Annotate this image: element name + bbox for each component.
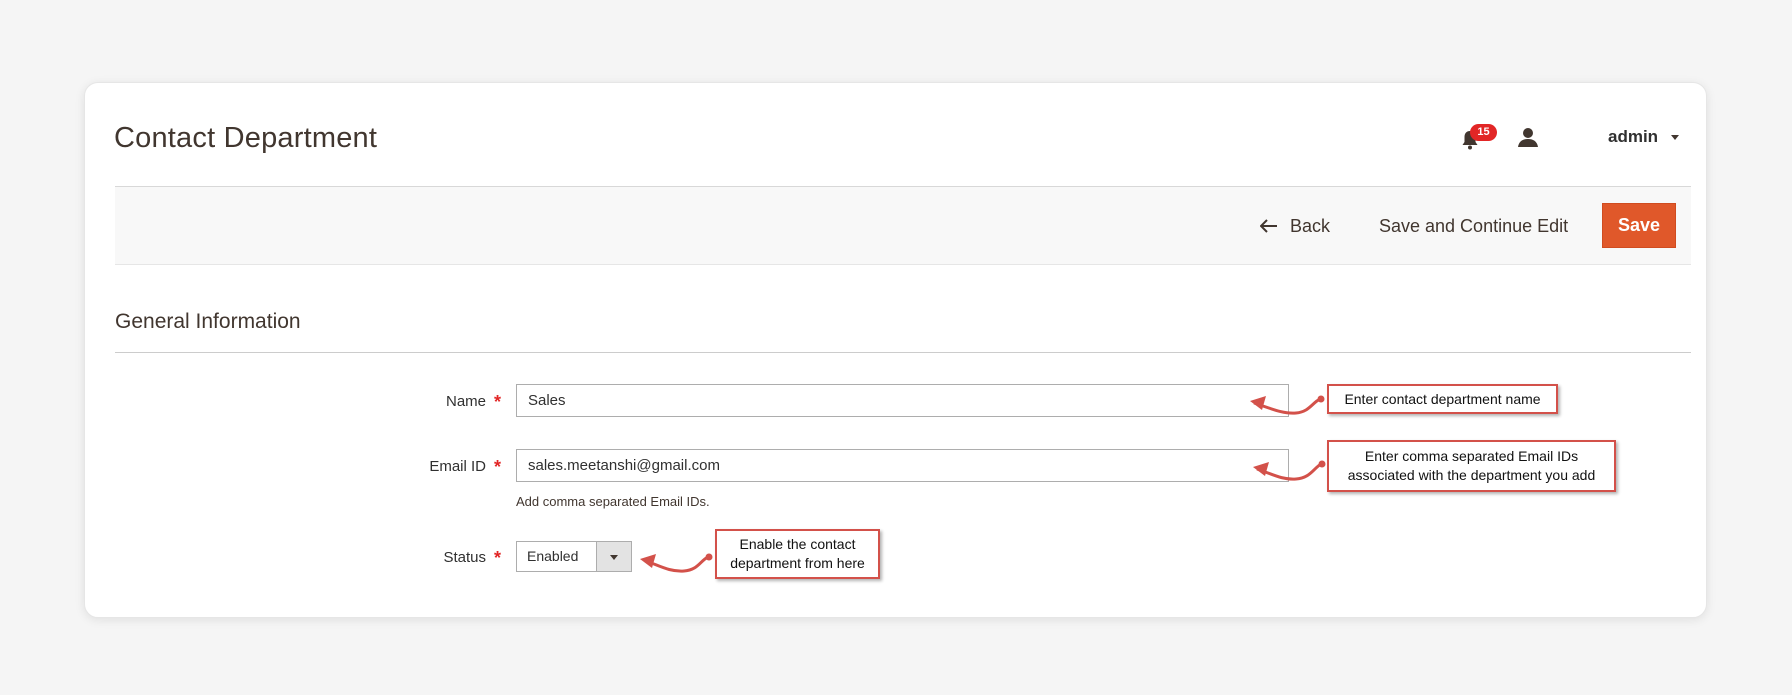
section-divider: [115, 352, 1691, 353]
status-required-marker: *: [494, 548, 502, 568]
user-account-button[interactable]: [1517, 126, 1539, 148]
name-required-marker: *: [494, 392, 502, 412]
callout-name: Enter contact department name: [1327, 384, 1558, 414]
arrow-left-icon: [1260, 219, 1277, 233]
status-label: Status: [443, 549, 486, 566]
status-select[interactable]: Enabled: [516, 541, 632, 572]
back-button[interactable]: Back: [1260, 213, 1330, 239]
callout-status-text-line1: Enable the contact: [739, 536, 856, 552]
name-label: Name: [445, 393, 486, 410]
status-select-value: Enabled: [527, 548, 579, 564]
notifications-badge: 15: [1470, 124, 1497, 141]
back-button-label: Back: [1290, 215, 1331, 236]
email-field-note: Add comma separated Email IDs.: [516, 494, 710, 509]
email-required-marker: *: [494, 457, 502, 477]
chevron-down-icon[interactable]: [596, 542, 631, 571]
page-title: Contact Department: [114, 122, 378, 154]
email-label: Email ID: [429, 458, 486, 475]
page-card: [84, 82, 1707, 618]
callout-status: Enable the contact department from here: [715, 529, 880, 579]
email-input[interactable]: [516, 449, 1289, 482]
name-input[interactable]: [516, 384, 1289, 417]
section-title: General Information: [115, 310, 301, 333]
callout-status-text-line2: department from here: [730, 555, 865, 571]
save-and-continue-button[interactable]: Save and Continue Edit: [1379, 213, 1568, 239]
callout-email-text-line1: Enter comma separated Email IDs: [1364, 448, 1579, 464]
callout-email-text-line2: associated with the department you add: [1347, 467, 1596, 483]
user-icon: [1518, 128, 1538, 147]
callout-name-text: Enter contact department name: [1344, 390, 1541, 407]
save-button[interactable]: Save: [1602, 203, 1676, 248]
admin-user-menu[interactable]: admin: [1608, 127, 1658, 147]
callout-email: Enter comma separated Email IDs associat…: [1327, 440, 1616, 492]
caret-down-icon: [1671, 135, 1679, 140]
